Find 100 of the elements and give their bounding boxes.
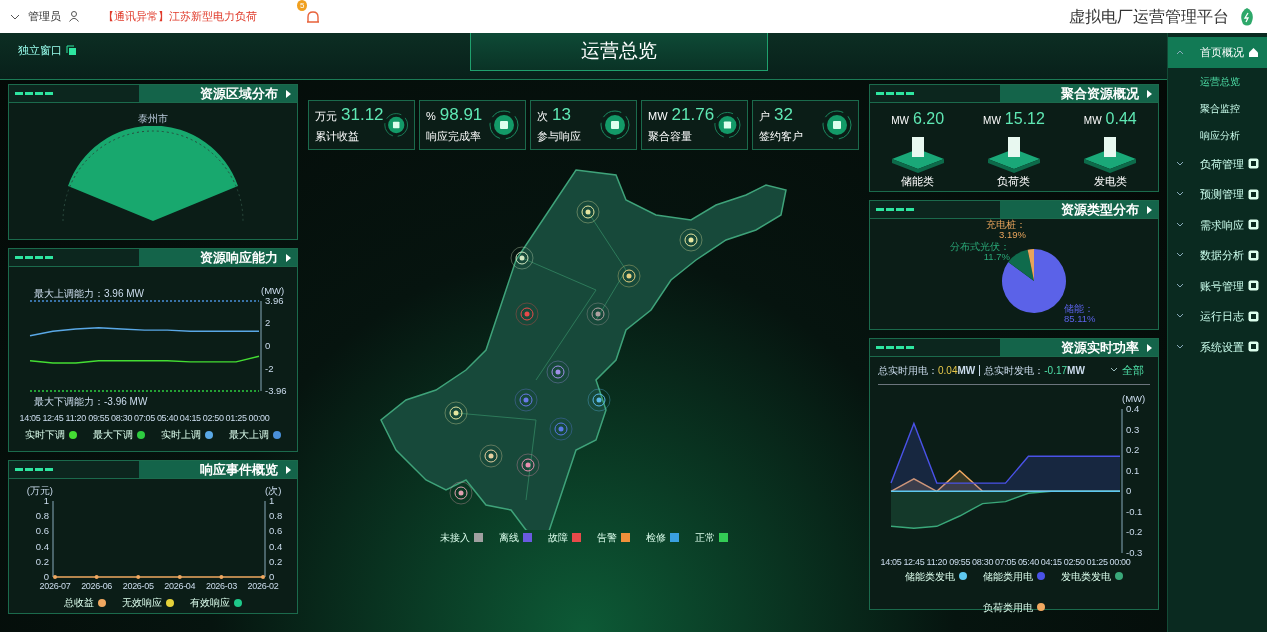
legend-label: 发电类发电: [1061, 569, 1111, 584]
tick-label: 0.2: [35, 555, 49, 567]
tick-label: 0: [1126, 484, 1132, 496]
legend-label: 储能类发电: [905, 569, 955, 584]
tick-label: 0.8: [269, 510, 283, 522]
legend-label: 总收益: [64, 596, 94, 610]
tick-label: 0.6: [35, 525, 49, 537]
stat-value: 13: [552, 105, 571, 123]
tick-label: -0.3: [1126, 546, 1143, 558]
square-emblem-icon: [1248, 219, 1259, 231]
panel-title: 响应事件概览: [200, 460, 278, 479]
stat-unit: 户: [759, 108, 770, 124]
tick-label: 2026-02: [247, 581, 279, 591]
max-down-label: 最大下调能力：-3.96 MW: [34, 396, 148, 407]
ring-emblem-icon: [600, 110, 630, 140]
bell-icon: [305, 9, 321, 26]
slice-label: 充电桩： 3.19%: [986, 219, 1026, 240]
ring-emblem-icon: [383, 110, 408, 140]
tick-label: 12:45: [903, 556, 925, 567]
chevron-down-icon: [1176, 313, 1184, 320]
tick-label: 05:40: [156, 413, 178, 423]
panel-title: 资源响应能力: [200, 248, 278, 267]
tick-label: 0.4: [1126, 402, 1140, 414]
triangle-icon: [286, 465, 291, 474]
axis-unit: (MW): [1122, 392, 1146, 404]
axis-unit: (次): [265, 485, 282, 496]
legend-label: 未接入: [439, 531, 470, 545]
tick-label: 14:05: [880, 556, 902, 567]
sidebar-item[interactable]: 数据分析: [1168, 240, 1267, 271]
axis-unit: (MW): [261, 285, 285, 296]
axis-unit: (万元): [26, 485, 53, 496]
stat-label: 累计收益: [315, 129, 360, 144]
stat-value: 32: [774, 105, 793, 123]
stat-unit: %: [426, 108, 436, 124]
tick-label: 04:15: [179, 413, 201, 423]
sidebar-item[interactable]: 系统设置: [1168, 331, 1267, 362]
tick-label: 1: [43, 495, 49, 506]
square-emblem-icon: [1248, 310, 1259, 322]
tick-label: 0.2: [1126, 443, 1140, 455]
tick-label: 0: [269, 571, 275, 582]
aggregate-value: 6.20: [913, 109, 945, 129]
legend-marker: [166, 598, 174, 607]
tick-label: 08:30: [972, 556, 994, 567]
tick-label: 01:25: [1086, 556, 1108, 567]
sidebar-subitem[interactable]: 响应分析: [1168, 121, 1267, 149]
user-name[interactable]: 管理员: [28, 8, 61, 25]
sidebar-item[interactable]: 需求响应: [1168, 209, 1267, 240]
sidebar-item[interactable]: 预测管理: [1168, 179, 1267, 210]
sidebar-item[interactable]: 负荷管理: [1168, 148, 1267, 179]
slice-label: 储能： 85.11%: [1064, 303, 1096, 324]
tick-label: 07:05: [134, 413, 155, 423]
legend-marker: [1037, 572, 1045, 580]
tick-label: 0.3: [1126, 423, 1140, 435]
stat-value: 21.76: [671, 105, 715, 123]
ring-emblem-icon: [714, 110, 741, 140]
square-emblem-icon: [1248, 341, 1259, 353]
legend-marker: [205, 430, 213, 439]
square-emblem-icon: [1248, 280, 1259, 292]
legend-marker: [69, 430, 77, 439]
filter-dropdown[interactable]: 全部: [1104, 361, 1150, 380]
panel-title: 资源区域分布: [200, 84, 278, 103]
chevron-down-icon: [10, 12, 20, 21]
sidebar-subitem[interactable]: 聚合监控: [1168, 94, 1267, 122]
tick-label: 12:45: [42, 413, 64, 423]
tick-label: 11:20: [65, 413, 86, 423]
user-icon: [69, 11, 79, 22]
app-title: 虚拟电厂运营管理平台: [1069, 6, 1229, 27]
legend-marker: [1115, 572, 1123, 580]
chevron-down-icon: [1176, 221, 1184, 228]
legend-label: 无效响应: [122, 596, 162, 610]
stat-value: 31.12: [341, 105, 384, 123]
tick-label: 0.8: [35, 510, 49, 522]
sidebar-item[interactable]: 账号管理: [1168, 270, 1267, 301]
aggregate-label: 储能类: [901, 174, 935, 189]
sidebar-item[interactable]: 首页概况: [1168, 37, 1267, 68]
tick-label: -3.96: [265, 385, 287, 396]
tick-label: 01:25: [225, 413, 247, 423]
sidebar-item[interactable]: 运行日志: [1168, 301, 1267, 332]
alert-message[interactable]: 【通讯异常】江苏新型电力负荷: [103, 8, 257, 25]
chevron-down-icon: [1176, 191, 1184, 198]
square-emblem-icon: [1248, 249, 1259, 261]
tick-label: 09:55: [949, 556, 971, 567]
triangle-icon: [1147, 89, 1152, 98]
stat-label: 签约客户: [759, 129, 803, 144]
sidebar-subitem[interactable]: 运营总览: [1168, 67, 1267, 95]
stat-label: 聚合容量: [648, 129, 693, 144]
legend-marker: [959, 572, 967, 580]
tick-label: 0.4: [269, 540, 283, 552]
tick-label: 3.96: [265, 295, 284, 306]
popout-button[interactable]: 独立窗口: [12, 41, 83, 60]
tick-label: 2026-05: [122, 581, 154, 591]
chevron-down-icon: [1176, 252, 1184, 259]
aggregate-unit: MW: [983, 114, 1001, 128]
triangle-icon: [1147, 343, 1152, 352]
stat-label: 响应完成率: [426, 129, 482, 144]
aggregate-unit: MW: [891, 114, 909, 128]
stat-unit: MW: [648, 108, 668, 124]
aggregate-label: 发电类: [1093, 174, 1127, 189]
tick-label: 2026-06: [81, 581, 113, 591]
legend-label: 最大上调: [229, 428, 269, 442]
